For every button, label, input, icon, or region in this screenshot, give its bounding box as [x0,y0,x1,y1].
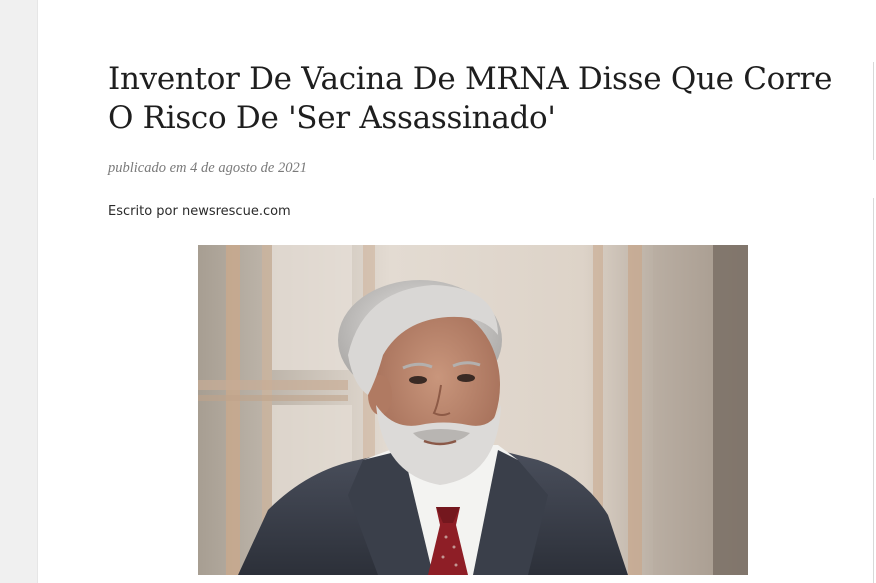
article-title: Inventor De Vacina De MRNA Disse Que Cor… [108,61,833,136]
author-byline: Escrito por newsrescue.com [108,204,291,219]
sidebar-divider [873,62,874,160]
sidebar-divider [873,198,874,583]
portrait-image [198,245,748,575]
article-photo[interactable] [198,245,748,575]
left-gutter [0,0,38,583]
publish-date: publicado em 4 de agosto de 2021 [108,160,307,176]
